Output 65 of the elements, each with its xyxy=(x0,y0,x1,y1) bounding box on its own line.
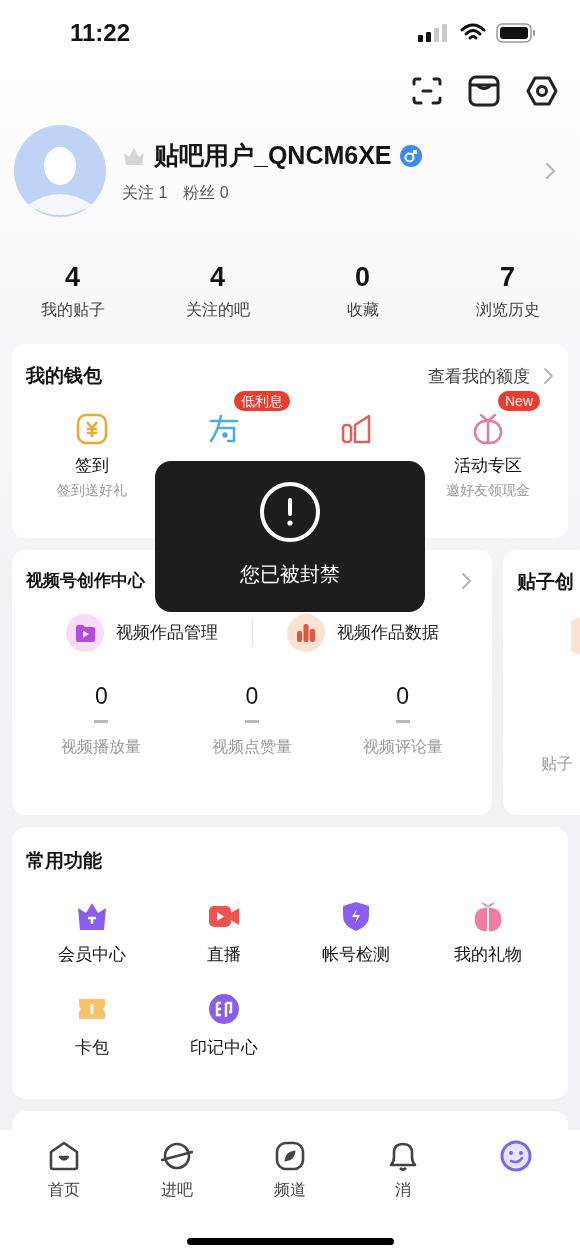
metric-label: 视频点赞量 xyxy=(212,736,292,757)
chevron-right-icon[interactable] xyxy=(460,571,472,590)
stat-label[interactable]: 关注的吧 xyxy=(185,298,250,322)
box-icon[interactable] xyxy=(468,75,500,107)
stat-label[interactable]: 浏览历史 xyxy=(475,298,540,322)
toast-message: 您已被封禁 xyxy=(240,562,340,587)
function-label[interactable]: 我的礼物 xyxy=(454,941,522,967)
character-icon[interactable] xyxy=(208,412,240,445)
tab[interactable]: 进吧 xyxy=(120,1140,234,1202)
username[interactable]: 贴吧用户_QNCM6XE xyxy=(154,137,392,175)
compass-icon xyxy=(274,1140,306,1172)
stat-label[interactable]: 收藏 xyxy=(346,298,379,322)
metric-label: 贴子 xyxy=(541,753,574,774)
function-label[interactable]: 帐号检测 xyxy=(322,941,390,967)
action-link[interactable]: 视频作品管理 xyxy=(115,619,218,646)
quota-link[interactable]: 查看我的额度 xyxy=(428,363,530,389)
stat-label[interactable]: 我的贴子 xyxy=(40,298,105,322)
home-icon xyxy=(48,1140,81,1172)
metric-value: 0 xyxy=(245,681,259,710)
metric-label: 视频评论量 xyxy=(362,736,443,757)
badge: New xyxy=(498,390,540,411)
chevron-right-icon[interactable] xyxy=(542,367,554,386)
shield-icon[interactable] xyxy=(340,899,372,932)
fans-count[interactable]: 粉丝 0 xyxy=(183,180,229,205)
male-icon xyxy=(399,145,422,167)
wallet-item-title[interactable]: 活动专区 xyxy=(454,452,522,478)
tab[interactable]: 频道 xyxy=(233,1140,347,1202)
battery-icon xyxy=(496,23,536,43)
video-folder-icon[interactable] xyxy=(65,613,104,652)
following-count[interactable]: 关注 1 xyxy=(122,180,168,205)
section-title: 常用功能 xyxy=(26,850,102,871)
signal-icon xyxy=(418,24,450,42)
wallet-item-title[interactable]: 签到 xyxy=(75,452,109,478)
settings-icon[interactable] xyxy=(526,75,558,107)
seal-icon[interactable] xyxy=(208,993,240,1025)
bar-chart-icon[interactable] xyxy=(286,613,325,652)
function-label[interactable]: 会员中心 xyxy=(58,941,126,967)
smiley-icon xyxy=(499,1140,532,1172)
section-title: 贴子创 xyxy=(517,570,575,594)
function-label[interactable]: 印记中心 xyxy=(190,1035,258,1061)
section-title: 我的钱包 xyxy=(26,364,102,388)
wallet-item-subtitle: 邀好友领现金 xyxy=(446,481,530,500)
stat-value[interactable]: 0 xyxy=(355,262,370,292)
stat-value[interactable]: 7 xyxy=(500,262,515,292)
gift-icon[interactable] xyxy=(472,412,504,445)
section-title: 视频号创作中心 xyxy=(26,570,145,592)
action-link[interactable]: 视频作品数据 xyxy=(336,619,439,646)
stat-value[interactable]: 4 xyxy=(65,262,80,292)
wallet-item-subtitle: 签到送好礼 xyxy=(57,481,127,500)
yen-coin-icon[interactable] xyxy=(76,412,108,445)
chevron-right-icon[interactable] xyxy=(544,162,556,180)
metric-value: 0 xyxy=(94,681,108,710)
status-time: 11:22 xyxy=(70,18,131,48)
tab[interactable]: 首页 xyxy=(8,1140,121,1202)
alert-icon xyxy=(259,481,321,543)
badge: 低利息 xyxy=(234,390,290,411)
tab[interactable]: 消 xyxy=(346,1140,460,1202)
metric-label: 视频播放量 xyxy=(61,736,142,757)
function-label[interactable]: 直播 xyxy=(207,941,241,967)
bars-icon[interactable] xyxy=(340,412,372,445)
metric-value: 0 xyxy=(396,681,410,710)
planet-icon xyxy=(161,1140,194,1172)
function-label[interactable]: 卡包 xyxy=(75,1035,109,1061)
stat-value[interactable]: 4 xyxy=(210,262,225,292)
scan-icon[interactable] xyxy=(412,76,442,106)
